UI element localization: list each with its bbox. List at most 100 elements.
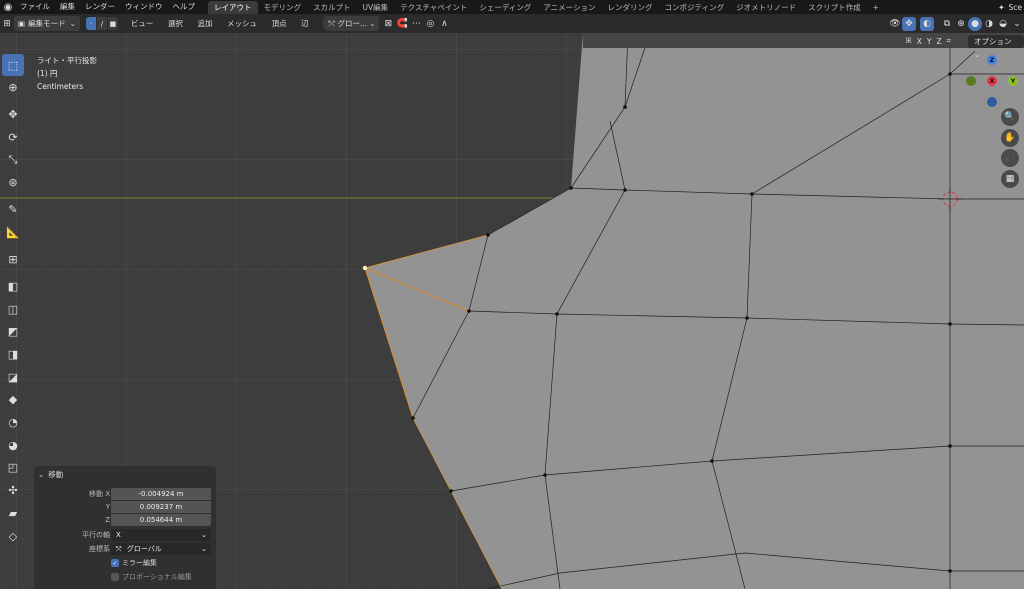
cursor-tool[interactable]: ⊕ bbox=[2, 77, 24, 99]
gizmo-neg-y-axis[interactable] bbox=[966, 76, 976, 86]
auto-merge-icon[interactable]: ⌗ bbox=[944, 36, 953, 46]
tab-scripting[interactable]: スクリプト作成 bbox=[802, 1, 867, 14]
move-x-label: 移動 X bbox=[88, 490, 110, 498]
scene-selector[interactable]: ✦ Sce bbox=[992, 0, 1024, 14]
gizmo-z-label: Z bbox=[989, 56, 995, 64]
spin-tool[interactable]: ◔ bbox=[2, 412, 24, 434]
axis-x-button[interactable]: X bbox=[914, 37, 924, 46]
add-cube-tool[interactable]: ⊞ bbox=[2, 248, 24, 270]
wireframe-shading-icon[interactable]: ⊕ bbox=[954, 17, 968, 31]
tab-uv-editing[interactable]: UV編集 bbox=[357, 1, 395, 14]
tab-layout[interactable]: レイアウト bbox=[208, 0, 258, 14]
knife-tool[interactable]: ◪ bbox=[2, 366, 24, 388]
move-z-label: Z bbox=[105, 516, 110, 524]
menu-select[interactable]: 選択 bbox=[162, 19, 189, 28]
move-z-field[interactable]: 0.054644 m bbox=[111, 514, 211, 526]
loop-cut-tool[interactable]: ◨ bbox=[2, 344, 24, 366]
menu-vertex[interactable]: 頂点 bbox=[266, 19, 293, 28]
annotate-tool[interactable]: ✎ bbox=[2, 199, 24, 221]
shrink-fatten-tool[interactable]: ✣ bbox=[2, 480, 24, 502]
proportional-edit-checkbox[interactable]: プロポーショナル編集 bbox=[111, 571, 192, 583]
camera-icon[interactable]: 🎥 bbox=[1001, 149, 1019, 167]
face-select-icon[interactable]: ■ bbox=[107, 17, 119, 30]
menu-help[interactable]: ヘルプ bbox=[168, 0, 201, 14]
snap-icon[interactable]: 🧲 bbox=[395, 17, 409, 31]
active-vertex[interactable] bbox=[362, 265, 368, 271]
options-dropdown[interactable]: オプション ⌄ bbox=[968, 35, 1024, 59]
operator-panel: ⌄ 移動 移動 X -0.004924 m Y 0.009237 m Z 0.0… bbox=[34, 466, 216, 589]
menu-add[interactable]: 追加 bbox=[191, 19, 218, 28]
move-y-field[interactable]: 0.009237 m bbox=[111, 501, 211, 513]
gizmo-icon[interactable]: ✥ bbox=[902, 16, 917, 31]
edit-mode-icon: ▣ bbox=[18, 19, 26, 28]
rotate-tool[interactable]: ⟳ bbox=[2, 126, 24, 148]
workspace-tabs: レイアウト モデリング スカルプト UV編集 テクスチャペイント シェーディング… bbox=[208, 0, 885, 14]
orientation-dropdown[interactable]: ⤲ グローバル ⌄ bbox=[111, 543, 211, 555]
orientation-row: 座標系 ⤲ グローバル ⌄ bbox=[34, 543, 216, 555]
tab-shading[interactable]: シェーディング bbox=[473, 1, 537, 14]
blender-logo-icon[interactable]: ◉ bbox=[1, 0, 15, 14]
pivot-point-icon[interactable]: ⊠ bbox=[381, 17, 395, 31]
tab-texture-paint[interactable]: テクスチャペイント bbox=[394, 1, 473, 14]
proportional-edit-icon[interactable]: ◎ bbox=[423, 17, 437, 31]
tab-sculpting[interactable]: スカルプト bbox=[307, 1, 357, 14]
menu-view[interactable]: ビュー bbox=[125, 19, 160, 28]
options-label: オプション bbox=[974, 37, 1012, 46]
chevron-down-icon: ⌄ bbox=[69, 19, 76, 28]
inset-tool[interactable]: ◫ bbox=[2, 298, 24, 320]
mode-dropdown[interactable]: ▣ 編集モード ⌄ bbox=[14, 16, 80, 31]
tab-geometry-nodes[interactable]: ジオメトリノード bbox=[730, 1, 802, 14]
shading-options-icon[interactable]: ⌄ bbox=[1010, 17, 1024, 31]
visibility-icon[interactable]: 👁 bbox=[888, 17, 902, 31]
menu-window[interactable]: ウィンドウ bbox=[120, 0, 168, 14]
xray-icon[interactable]: ⧉ bbox=[940, 17, 954, 31]
constraint-dropdown[interactable]: X ⌄ bbox=[111, 529, 211, 541]
mirror-edit-checkbox[interactable]: ✓ ミラー編集 bbox=[111, 557, 157, 569]
menu-file[interactable]: ファイル bbox=[15, 0, 55, 14]
editor-type-icon[interactable]: ⊞ bbox=[0, 17, 14, 31]
overlays-icon[interactable]: ◐ bbox=[920, 16, 935, 31]
shear-tool[interactable]: ▰ bbox=[2, 502, 24, 524]
measure-tool[interactable]: 📐 bbox=[2, 221, 24, 243]
solid-shading-icon[interactable]: ● bbox=[968, 16, 983, 31]
menu-render[interactable]: レンダー bbox=[80, 0, 120, 14]
scale-tool[interactable]: ⤡ bbox=[2, 149, 24, 171]
bevel-tool[interactable]: ◩ bbox=[2, 321, 24, 343]
menu-edit[interactable]: 編集 bbox=[55, 0, 80, 14]
extrude-tool[interactable]: ◧ bbox=[2, 275, 24, 297]
transform-tool[interactable]: ⊛ bbox=[2, 172, 24, 194]
smooth-tool[interactable]: ◕ bbox=[2, 434, 24, 456]
tab-modeling[interactable]: モデリング bbox=[258, 1, 308, 14]
add-workspace-button[interactable]: + bbox=[867, 1, 885, 14]
tab-rendering[interactable]: レンダリング bbox=[602, 1, 659, 14]
move-x-field[interactable]: -0.004924 m bbox=[111, 488, 211, 500]
grid-projection-icon[interactable]: ▦ bbox=[1001, 169, 1019, 188]
tool-header-strip bbox=[583, 33, 1024, 48]
gizmo-y-axis[interactable]: Y bbox=[1008, 76, 1018, 86]
select-box-tool[interactable]: ⬚ bbox=[2, 54, 24, 76]
tab-animation[interactable]: アニメーション bbox=[537, 1, 601, 14]
gizmo-neg-z-axis[interactable] bbox=[987, 97, 997, 107]
zoom-icon[interactable]: 🔍 bbox=[1001, 108, 1019, 126]
gizmo-x-axis[interactable]: X bbox=[987, 76, 997, 86]
falloff-icon[interactable]: ∧ bbox=[437, 17, 451, 31]
pan-hand-icon[interactable]: ✋ bbox=[1001, 128, 1019, 147]
edge-select-icon[interactable]: / bbox=[96, 17, 108, 30]
menu-edge[interactable]: 辺 bbox=[295, 19, 315, 28]
move-tool[interactable]: ✥ bbox=[2, 104, 24, 126]
material-shading-icon[interactable]: ◑ bbox=[982, 17, 996, 31]
rip-tool[interactable]: ◇ bbox=[2, 525, 24, 547]
transform-orientation-dropdown[interactable]: ⤲ グロー... ⌄ bbox=[324, 16, 380, 31]
gizmo-z-axis[interactable]: Z bbox=[987, 55, 997, 65]
operator-panel-header[interactable]: ⌄ 移動 bbox=[34, 466, 216, 482]
axis-y-button[interactable]: Y bbox=[924, 37, 934, 46]
view-name: ライト・平行投影 bbox=[37, 56, 97, 65]
snap-target-icon[interactable]: ⋯ bbox=[409, 17, 423, 31]
rendered-shading-icon[interactable]: ◒ bbox=[996, 17, 1010, 31]
menu-mesh[interactable]: メッシュ bbox=[221, 19, 263, 28]
axis-z-button[interactable]: Z bbox=[934, 37, 944, 46]
vertex-select-icon[interactable]: · bbox=[85, 17, 97, 30]
edge-slide-tool[interactable]: ◰ bbox=[2, 457, 24, 479]
tab-compositing[interactable]: コンポジティング bbox=[659, 1, 731, 14]
poly-build-tool[interactable]: ◆ bbox=[2, 389, 24, 411]
